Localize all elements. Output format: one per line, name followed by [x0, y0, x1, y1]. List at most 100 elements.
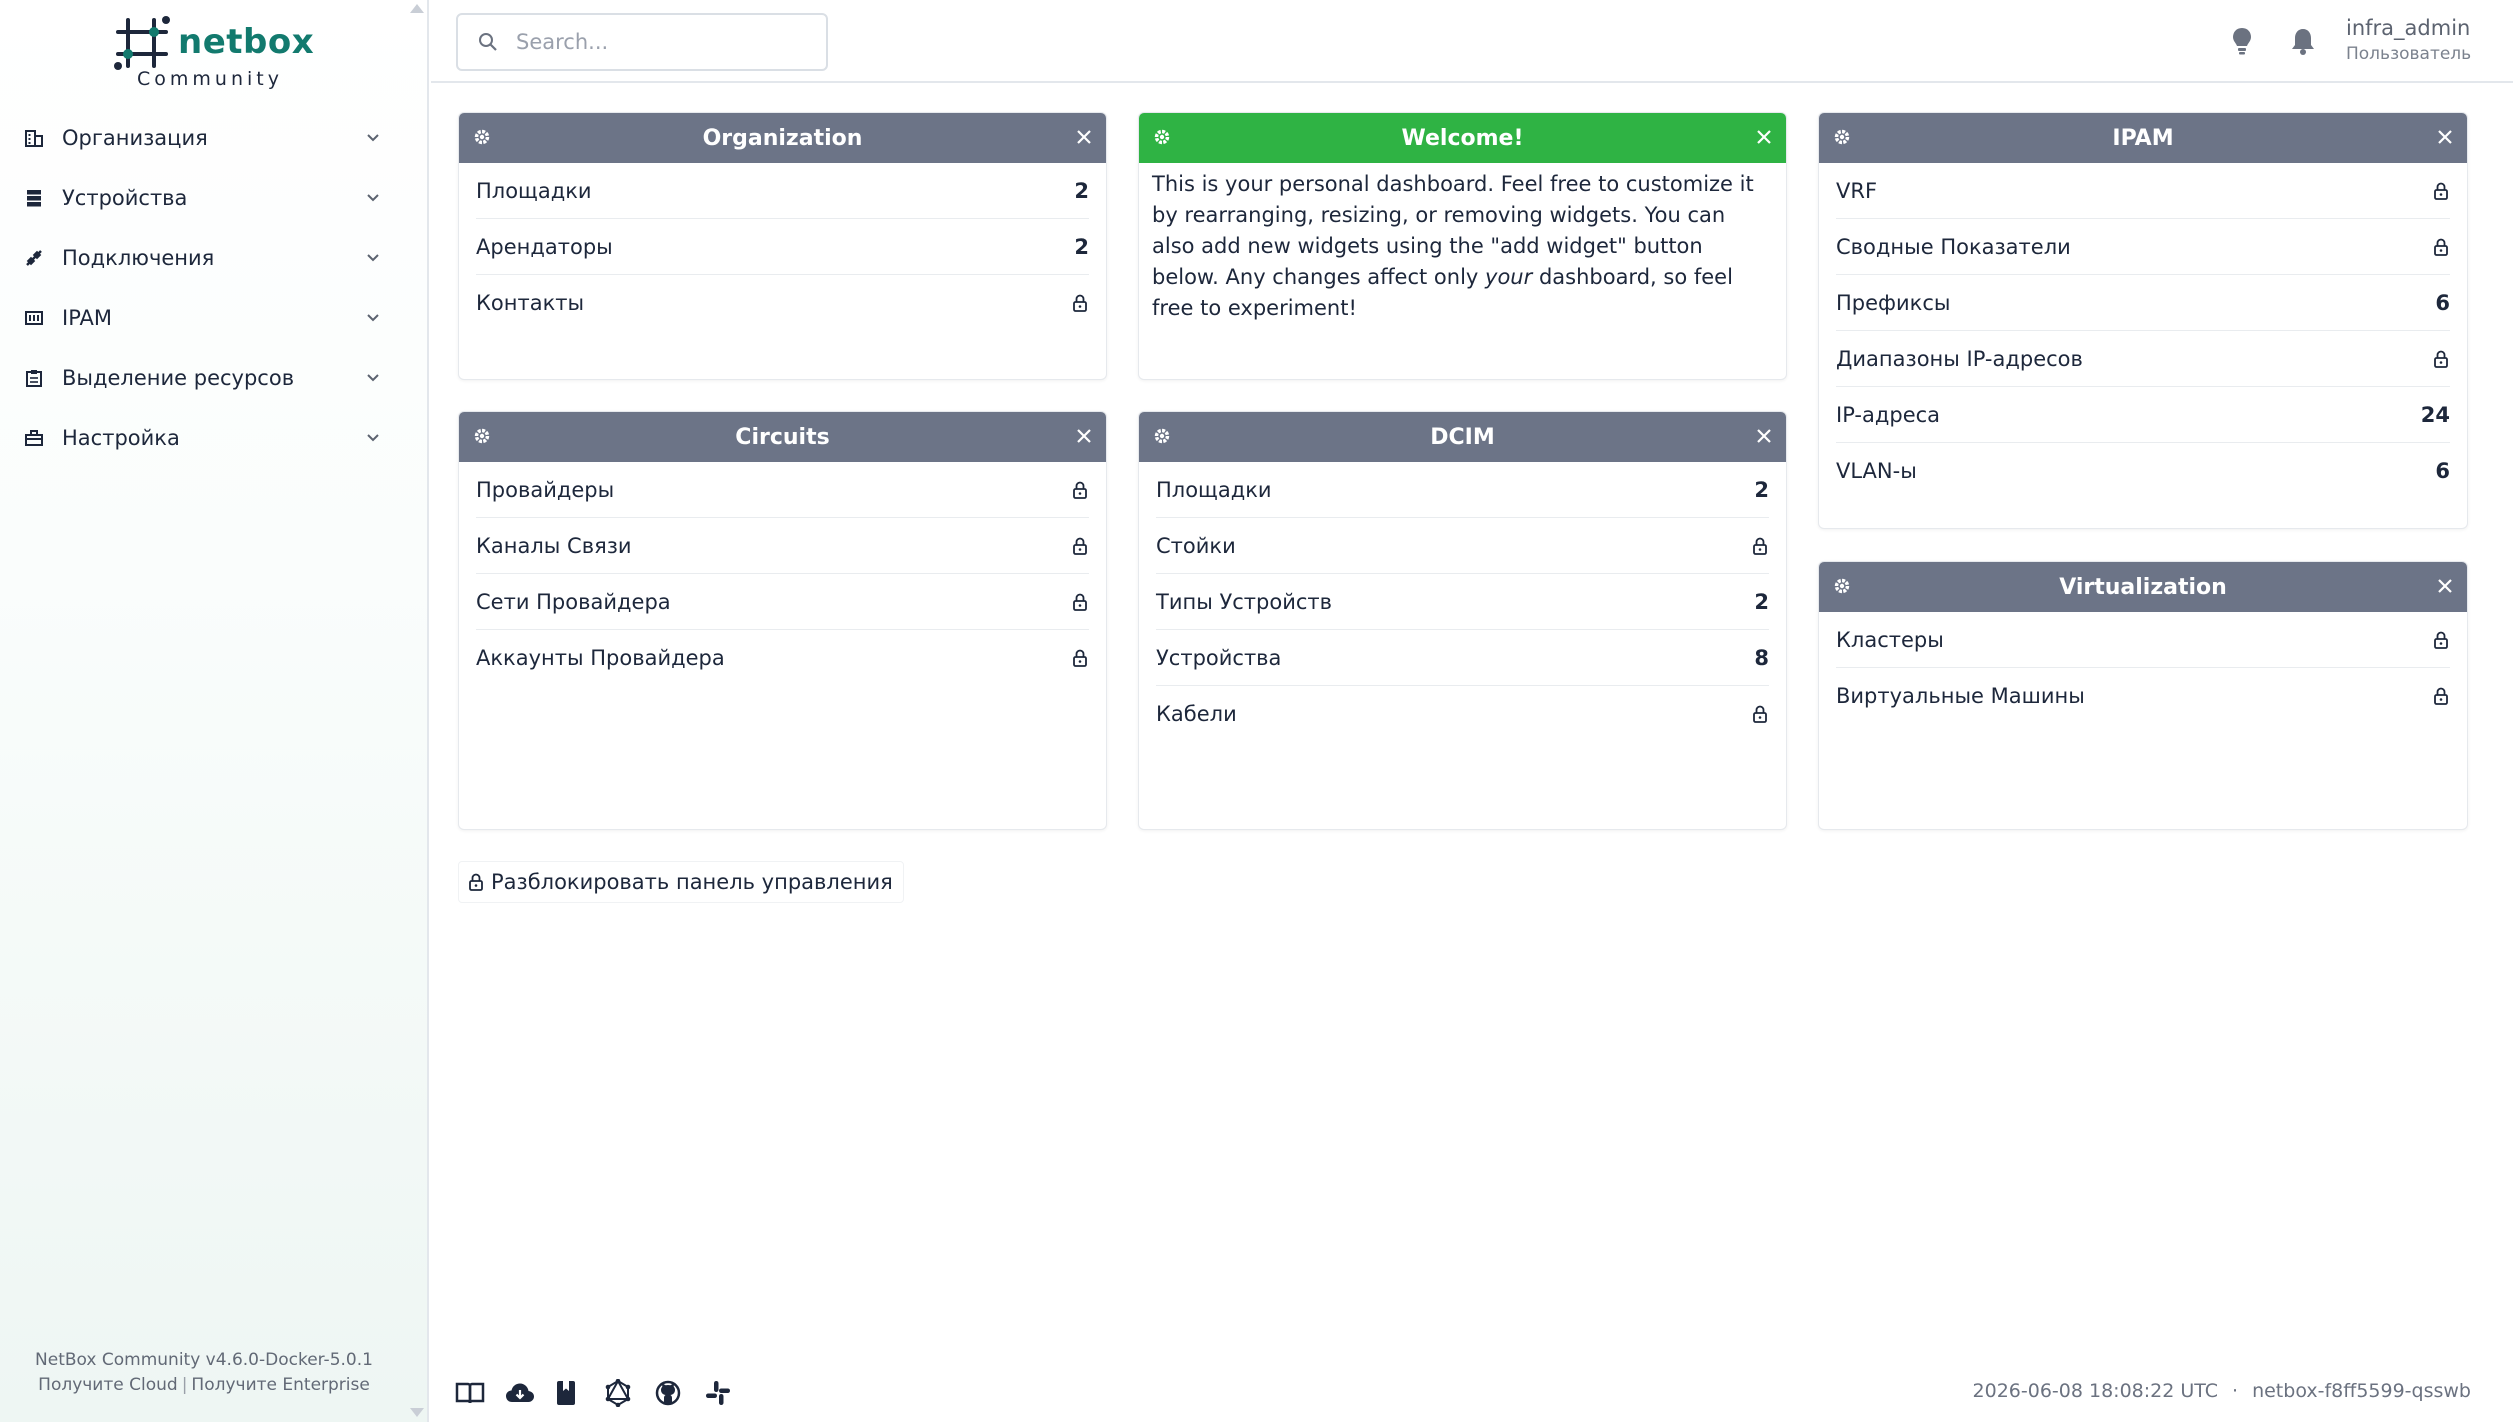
- clipboard-icon: [24, 368, 44, 388]
- close-icon[interactable]: [2437, 129, 2453, 145]
- sidebar-item-provisioning[interactable]: Выделение ресурсов: [0, 348, 427, 408]
- gear-icon[interactable]: [1153, 128, 1171, 146]
- row-label: Кластеры: [1836, 627, 1944, 652]
- top-header: infra_admin Пользователь: [431, 0, 2513, 83]
- row-label: Контакты: [476, 291, 585, 315]
- list-item[interactable]: Диапазоны IP-адресов: [1836, 331, 2450, 387]
- close-icon[interactable]: [1076, 428, 1092, 444]
- widget-dcim: DCIM Площадки 2 Стойки Типы Устройств 2 Ус…: [1138, 411, 1787, 830]
- list-item[interactable]: VLAN-ы 6: [1836, 443, 2450, 499]
- list-item[interactable]: Каналы Связи: [476, 518, 1089, 574]
- list-item[interactable]: Устройства 8: [1156, 630, 1769, 686]
- sidebar-item-label: Подключения: [62, 246, 215, 270]
- counter-icon: [24, 308, 44, 328]
- chevron-down-icon: [363, 434, 383, 442]
- lightbulb-icon[interactable]: [2231, 26, 2253, 60]
- row-label: VLAN-ы: [1836, 459, 1917, 483]
- list-item[interactable]: Провайдеры: [476, 462, 1089, 518]
- sidebar-item-connections[interactable]: Подключения: [0, 228, 427, 288]
- close-icon[interactable]: [1756, 129, 1772, 145]
- list-item[interactable]: Префиксы 6: [1836, 275, 2450, 331]
- close-icon[interactable]: [1076, 129, 1092, 145]
- row-count: 2: [1754, 589, 1769, 614]
- widget-welcome: Welcome! This is your personal dashboard…: [1138, 112, 1787, 380]
- version-text: NetBox Community v4.6.0-Docker-5.0.1: [35, 1350, 373, 1370]
- sidebar-item-customization[interactable]: Настройка: [0, 408, 427, 468]
- gear-icon[interactable]: [1833, 577, 1851, 595]
- list-item[interactable]: Стойки: [1156, 518, 1769, 574]
- list-item[interactable]: Аккаунты Провайдера: [476, 630, 1089, 686]
- list-item[interactable]: Сводные Показатели: [1836, 219, 2450, 275]
- sidebar-item-organization[interactable]: Организация: [0, 108, 427, 168]
- widget-ipam: IPAM VRF Сводные Показатели Префиксы 6 Ди…: [1818, 112, 2468, 529]
- footer-separator: |: [181, 1375, 188, 1395]
- graphql-icon[interactable]: [605, 1378, 655, 1408]
- row-label: Стойки: [1156, 533, 1236, 558]
- lock-icon: [1073, 481, 1087, 499]
- sidebar: netbox Community Организация Устройства …: [0, 0, 429, 1422]
- list-item[interactable]: IP-адреса 24: [1836, 387, 2450, 443]
- list-item[interactable]: Площадки 2: [476, 163, 1089, 219]
- sidebar-item-devices[interactable]: Устройства: [0, 168, 427, 228]
- row-label: Устройства: [1156, 645, 1282, 670]
- bookmark-icon[interactable]: [555, 1378, 605, 1408]
- list-item[interactable]: Виртуальные Машины: [1836, 668, 2450, 724]
- book-icon[interactable]: [455, 1378, 505, 1408]
- unlock-dashboard-button[interactable]: Разблокировать панель управления: [458, 861, 904, 903]
- lock-icon: [1073, 294, 1087, 312]
- row-label: Арендаторы: [476, 234, 613, 259]
- row-label: Виртуальные Машины: [1836, 684, 2085, 708]
- row-count: 8: [1754, 645, 1769, 670]
- gear-icon[interactable]: [473, 427, 491, 445]
- list-item[interactable]: Типы Устройств 2: [1156, 574, 1769, 630]
- github-icon[interactable]: [655, 1378, 705, 1408]
- gear-icon[interactable]: [1833, 128, 1851, 146]
- row-label: Провайдеры: [476, 477, 615, 502]
- gear-icon[interactable]: [1153, 427, 1171, 445]
- row-label: VRF: [1836, 178, 1878, 203]
- list-item[interactable]: Площадки 2: [1156, 462, 1769, 518]
- chevron-down-icon: [363, 314, 383, 322]
- row-label: Диапазоны IP-адресов: [1836, 346, 2083, 371]
- close-icon[interactable]: [1756, 428, 1772, 444]
- search-input[interactable]: [516, 30, 796, 54]
- bell-icon[interactable]: [2290, 26, 2316, 60]
- get-cloud-link[interactable]: Получите Cloud: [38, 1375, 178, 1395]
- widget-organization: Organization Площадки 2 Арендаторы 2 Конта…: [458, 112, 1107, 380]
- sidebar-nav: Организация Устройства Подключения IPAM: [0, 108, 427, 468]
- widget-body: VRF Сводные Показатели Префиксы 6 Диапазо…: [1819, 163, 2467, 499]
- widget-virtualization: Virtualization Кластеры Виртуальные Маши…: [1818, 561, 2468, 830]
- widget-title: Welcome!: [1401, 125, 1524, 151]
- lock-icon: [2434, 182, 2448, 200]
- list-item[interactable]: Кабели: [1156, 686, 1769, 742]
- sidebar-scroll-down[interactable]: [410, 1408, 424, 1417]
- search-box[interactable]: [456, 13, 828, 71]
- slack-icon[interactable]: [705, 1378, 755, 1408]
- lock-icon: [2434, 631, 2448, 649]
- gear-icon[interactable]: [473, 128, 491, 146]
- user-name: infra_admin: [2346, 16, 2471, 40]
- user-menu[interactable]: infra_admin Пользователь: [2346, 16, 2471, 64]
- sidebar-item-label: Выделение ресурсов: [62, 366, 295, 390]
- brand-edition: Community: [137, 68, 283, 90]
- list-item[interactable]: VRF: [1836, 163, 2450, 219]
- sidebar-scroll-up[interactable]: [410, 4, 424, 13]
- widget-body: Площадки 2 Стойки Типы Устройств 2 Устройс…: [1139, 462, 1786, 742]
- sidebar-item-ipam[interactable]: IPAM: [0, 288, 427, 348]
- row-label: Префиксы: [1836, 290, 1951, 315]
- welcome-text-emphasis: your: [1485, 265, 1533, 289]
- close-icon[interactable]: [2437, 578, 2453, 594]
- list-item[interactable]: Контакты: [476, 275, 1089, 331]
- widget-title: Virtualization: [2059, 574, 2227, 600]
- footer-dot: ·: [2232, 1380, 2239, 1402]
- sidebar-item-label: Устройства: [62, 186, 188, 210]
- list-item[interactable]: Арендаторы 2: [476, 219, 1089, 275]
- list-item[interactable]: Сети Провайдера: [476, 574, 1089, 630]
- list-item[interactable]: Кластеры: [1836, 612, 2450, 668]
- widget-title: DCIM: [1430, 424, 1495, 450]
- footer-status: 2026-06-08 18:08:22 UTC · netbox-f8ff5599-…: [1973, 1380, 2471, 1402]
- cloud-icon[interactable]: [505, 1378, 555, 1408]
- netbox-logo[interactable]: netbox Community: [112, 14, 314, 94]
- row-count: 6: [2435, 459, 2450, 483]
- get-enterprise-link[interactable]: Получите Enterprise: [191, 1375, 369, 1395]
